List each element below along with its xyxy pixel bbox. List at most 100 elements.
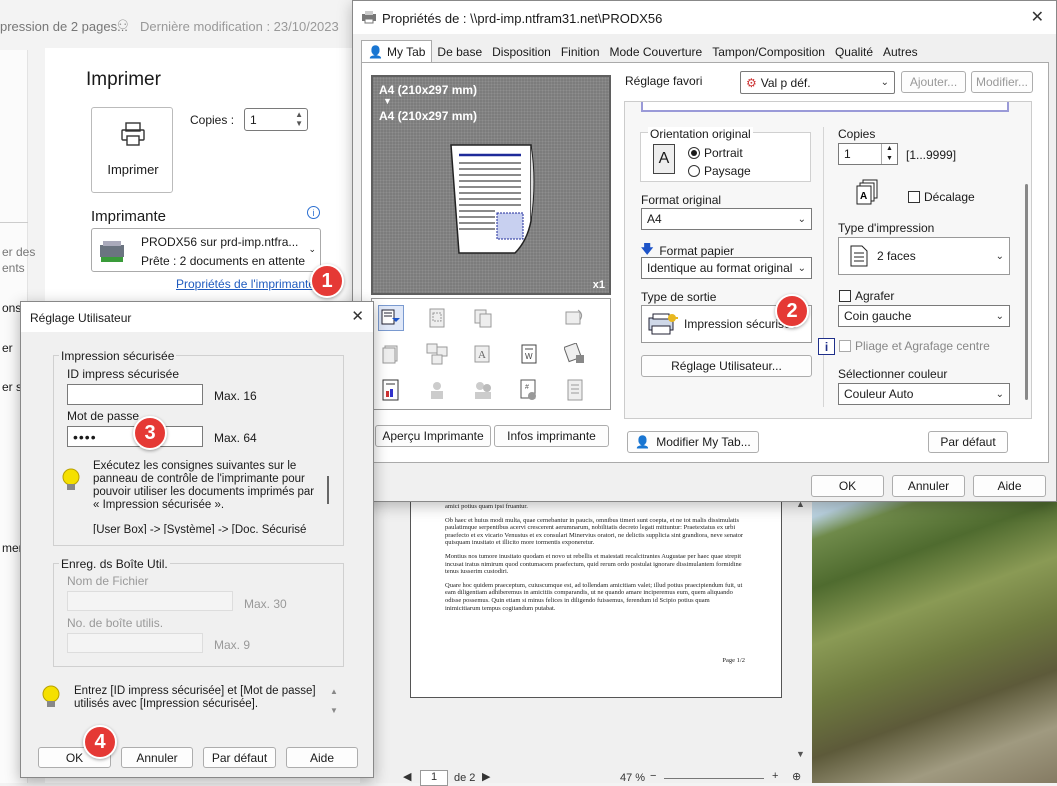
preview-size-b: A4 (210x297 mm) <box>379 109 478 123</box>
fold-info-icon[interactable]: i <box>818 338 835 355</box>
modify-my-tab-button[interactable]: 👤 Modifier My Tab... <box>627 431 759 453</box>
favorite-select[interactable]: ⚙ Val p déf. ⌄ <box>740 71 895 94</box>
account-icon[interactable] <box>470 377 496 403</box>
output-type-label: Type de sortie <box>641 290 717 304</box>
zoom-in-icon[interactable]: + <box>772 770 778 782</box>
doc-page-number: Page 1/2 <box>722 657 745 664</box>
chevron-down-icon: ⌄ <box>880 77 889 88</box>
printer-info-button[interactable]: Infos imprimante <box>494 425 609 447</box>
info-scroll-up-icon[interactable]: ▲ <box>330 687 338 696</box>
info-scroll-down-icon[interactable]: ▼ <box>330 706 338 715</box>
help-button[interactable]: Aide <box>973 475 1046 497</box>
color-select[interactable]: Couleur Auto ⌄ <box>838 383 1010 405</box>
doc-paragraph-3: Quare hoc quidem praeceptum, cuiuscumque… <box>445 581 743 612</box>
sidebar-fragment-2[interactable]: ents <box>2 261 25 275</box>
rotate-icon[interactable] <box>562 305 588 331</box>
copies-spinner-right[interactable]: ▲ ▼ <box>881 144 897 164</box>
dialog-default-button[interactable]: Par défaut <box>203 747 276 768</box>
secure-print-icon <box>648 312 678 336</box>
tab-autres[interactable]: Autres <box>878 42 923 62</box>
favorite-value: Val p déf. <box>760 75 811 90</box>
zoom-slider[interactable] <box>664 778 764 779</box>
list-doc-icon[interactable] <box>562 377 588 403</box>
sidebar-fragment-3[interactable]: ons <box>2 301 21 315</box>
preview-scrollbar[interactable]: ▲ ▼ <box>795 495 807 765</box>
chevron-down-icon: ⌄ <box>797 213 806 225</box>
fold-staple-checkbox[interactable]: Pliage et Agrafage centre <box>839 339 990 353</box>
ok-button[interactable]: OK <box>811 475 884 497</box>
tab-my-tab[interactable]: 👤 My Tab <box>361 40 433 62</box>
dialog-help-button[interactable]: Aide <box>286 747 358 768</box>
tab-qualite[interactable]: Qualité <box>830 42 878 62</box>
offset-label: Décalage <box>924 190 975 204</box>
copies-spinner[interactable]: ▲ ▼ <box>295 110 303 128</box>
scroll-down-icon[interactable]: ▼ <box>796 749 805 759</box>
tab-de-base[interactable]: De base <box>432 42 487 62</box>
hint-scrollbar[interactable] <box>320 462 330 534</box>
default-button[interactable]: Par défaut <box>928 431 1008 453</box>
settings-scrollbar[interactable] <box>1025 184 1028 400</box>
portrait-label: Portrait <box>704 146 743 160</box>
properties-window: Propriétés de : \\prd-imp.ntfram31.net\P… <box>352 0 1057 502</box>
modify-favorite-button[interactable]: Modifier... <box>971 71 1033 93</box>
favorite-label: Réglage favori <box>625 74 703 88</box>
tab-tampon-composition[interactable]: Tampon/Composition <box>707 42 830 62</box>
secure-print-group-label: Impression sécurisée <box>59 349 177 363</box>
dialog-title: Réglage Utilisateur <box>30 311 132 325</box>
password-label: Mot de passe <box>67 409 140 423</box>
page-input[interactable]: 1 <box>420 770 448 786</box>
copies-field[interactable]: 1 ▲ ▼ <box>838 143 898 165</box>
copies-input[interactable]: 1 ▲ ▼ <box>244 108 308 131</box>
landscape-radio[interactable]: Paysage <box>688 164 751 178</box>
user-settings-dialog: Réglage Utilisateur ✕ Impression sécuris… <box>20 301 374 778</box>
printer-select[interactable]: PRODX56 sur prd-imp.ntfra... Prête : 2 d… <box>91 228 321 272</box>
filename-input[interactable] <box>67 591 233 611</box>
add-favorite-button[interactable]: Ajouter... <box>901 71 966 93</box>
staple-value: Coin gauche <box>844 309 912 323</box>
chevron-down-icon: ⌄ <box>797 262 806 274</box>
offset-checkbox[interactable]: Décalage <box>908 190 975 204</box>
print-type-select[interactable]: 2 faces ⌄ <box>838 237 1010 275</box>
secure-id-input[interactable] <box>67 384 203 405</box>
cancel-button[interactable]: Annuler <box>892 475 965 497</box>
page-layout-icon[interactable] <box>424 305 450 331</box>
watermark-icon[interactable]: W <box>516 341 542 367</box>
booklet-icon[interactable] <box>424 341 450 367</box>
printer-icon <box>119 120 147 148</box>
close-icon[interactable]: ✕ <box>1031 7 1044 27</box>
tab-mode-couverture[interactable]: Mode Couverture <box>605 42 708 62</box>
sidebar-fragment-1[interactable]: er des <box>2 245 35 259</box>
sidebar-fragment-4[interactable]: er <box>2 341 13 355</box>
printer-preview-button[interactable]: Aperçu Imprimante <box>375 425 491 447</box>
doc-title: pression de 2 pages... <box>0 19 128 34</box>
paper-format-select[interactable]: Identique au format original ⌄ <box>641 257 812 279</box>
next-page-icon[interactable]: ▶ <box>482 770 490 783</box>
user-settings-button[interactable]: Réglage Utilisateur... <box>641 355 812 377</box>
copies-field-value: 1 <box>844 147 851 161</box>
user-auth-icon[interactable] <box>424 377 450 403</box>
boxname-input[interactable] <box>67 633 203 653</box>
staple-checkbox[interactable]: Agrafer <box>839 289 894 303</box>
color-doc-icon[interactable] <box>378 377 404 403</box>
info-icon[interactable]: i <box>307 206 320 219</box>
copy-pages-icon[interactable] <box>470 305 496 331</box>
portrait-radio[interactable]: Portrait <box>688 146 743 160</box>
close-icon[interactable]: ✕ <box>351 307 364 325</box>
tab-disposition[interactable]: Disposition <box>487 42 556 62</box>
secure-doc-icon[interactable] <box>562 341 588 367</box>
zoom-out-icon[interactable]: − <box>650 770 656 782</box>
output-type-icon[interactable] <box>378 305 404 331</box>
step-marker-2: 2 <box>775 294 809 328</box>
tab-finition[interactable]: Finition <box>556 42 605 62</box>
printer-properties-link[interactable]: Propriétés de l'imprimante <box>176 277 315 291</box>
hint-scroll-thumb[interactable] <box>327 476 329 504</box>
prev-page-icon[interactable]: ◀ <box>403 770 411 783</box>
font-icon[interactable]: A <box>470 341 496 367</box>
format-original-select[interactable]: A4 ⌄ <box>641 208 812 230</box>
staple-select[interactable]: Coin gauche ⌄ <box>838 305 1010 327</box>
print-button[interactable]: Imprimer <box>91 107 173 193</box>
fit-page-icon[interactable]: ⊕ <box>792 770 801 783</box>
dialog-cancel-button[interactable]: Annuler <box>121 747 193 768</box>
numbering-icon[interactable]: # <box>516 377 542 403</box>
stack-pages-icon[interactable] <box>378 341 404 367</box>
